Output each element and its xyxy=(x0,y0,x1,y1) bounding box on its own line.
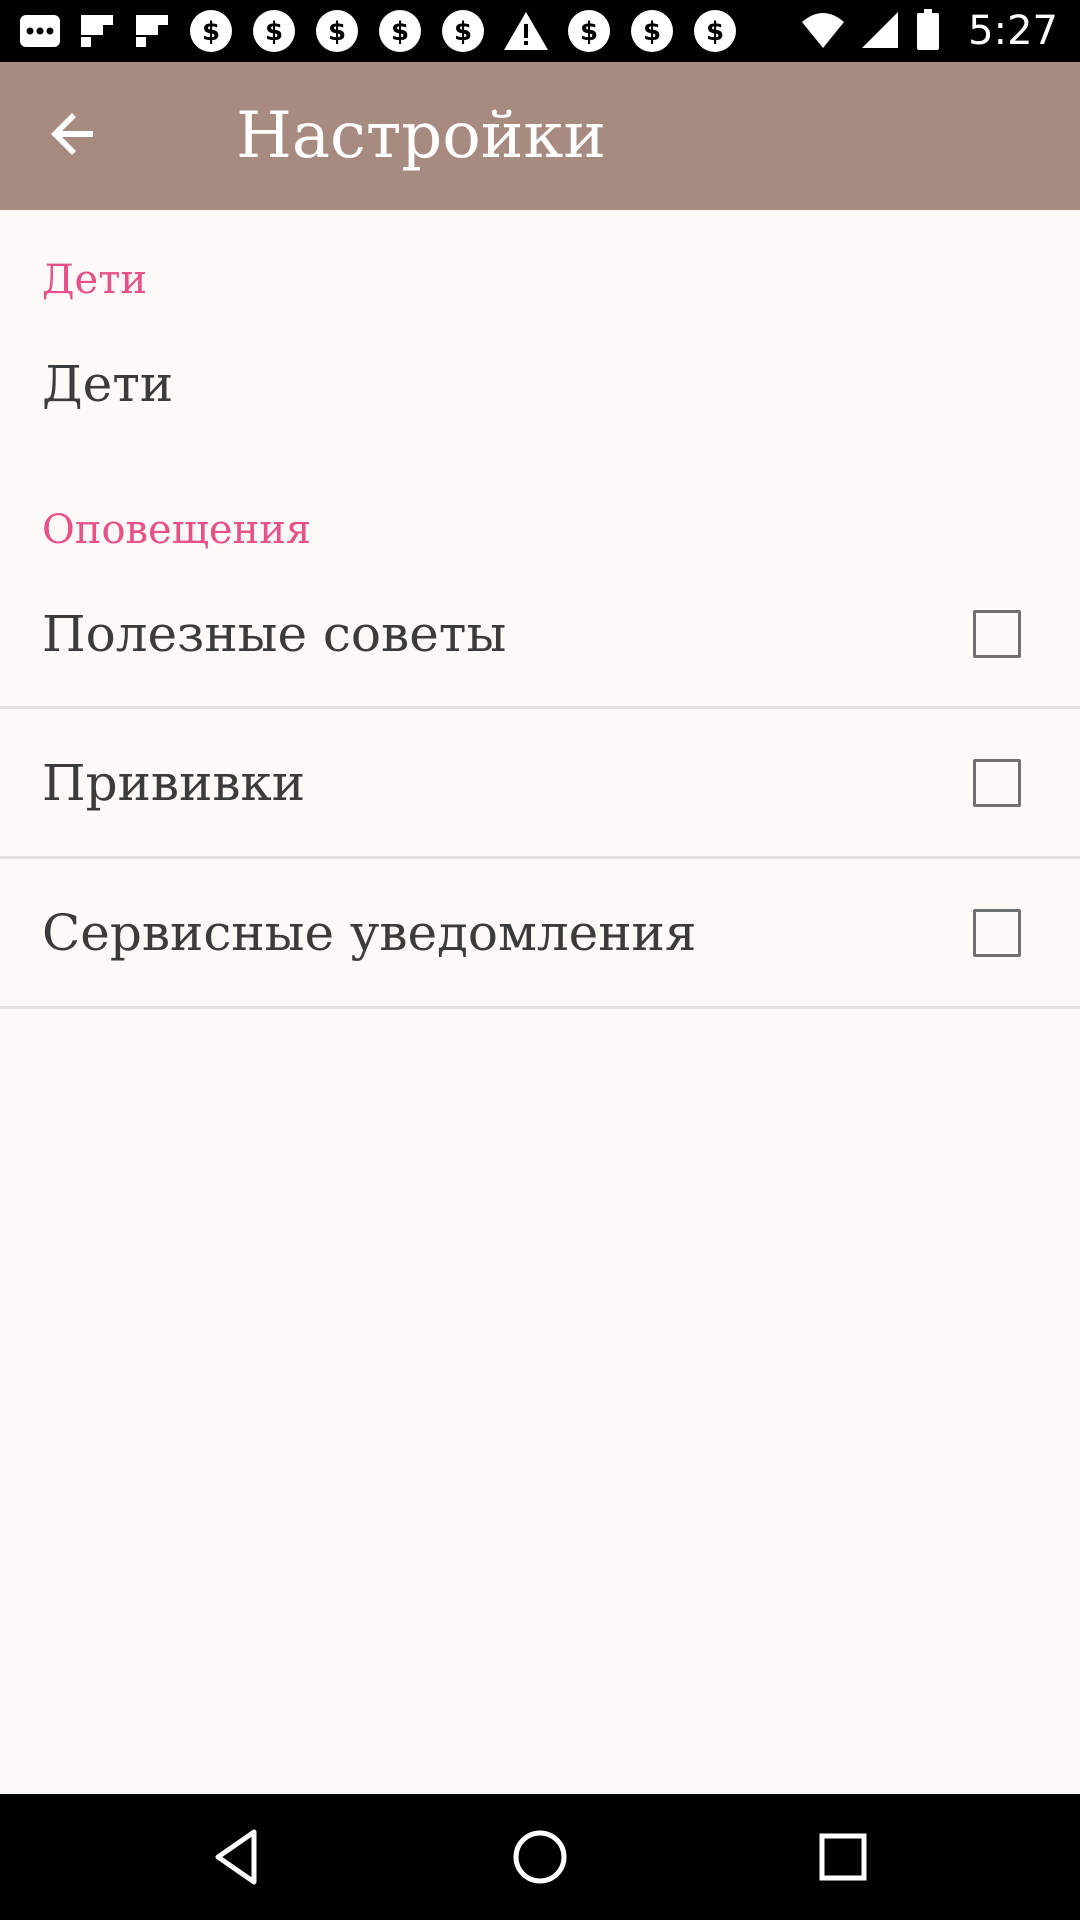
dollar-icon: $ xyxy=(442,10,484,52)
dollar-icon: $ xyxy=(253,10,295,52)
divider xyxy=(0,1006,1080,1009)
dollar-icon: $ xyxy=(568,10,610,52)
pref-useful-tips[interactable]: Полезные советы xyxy=(0,580,1080,706)
back-triangle-icon[interactable] xyxy=(202,1822,272,1892)
arrow-back-icon[interactable] xyxy=(45,106,101,162)
pref-children[interactable]: Дети xyxy=(0,330,1080,448)
warning-icon xyxy=(504,12,548,50)
dollar-icon: $ xyxy=(190,10,232,52)
navigation-bar xyxy=(0,1794,1080,1920)
service-notifications-checkbox[interactable] xyxy=(973,909,1021,957)
svg-text:$: $ xyxy=(580,17,598,47)
battery-icon xyxy=(917,9,939,50)
status-bar: $ $ $ $ $ $ $ $ 5:27 xyxy=(0,0,1080,62)
section-header-children: Дети xyxy=(42,257,147,303)
dollar-icon: $ xyxy=(631,10,673,52)
recents-square-icon[interactable] xyxy=(808,1822,878,1892)
svg-text:$: $ xyxy=(706,17,724,47)
wifi-icon xyxy=(802,13,844,48)
section-header-notifications: Оповещения xyxy=(42,507,312,553)
status-time: 5:27 xyxy=(968,8,1058,54)
dollar-icon: $ xyxy=(694,10,736,52)
signal-icon xyxy=(862,12,898,48)
dollar-icon: $ xyxy=(379,10,421,52)
vaccinations-checkbox[interactable] xyxy=(973,759,1021,807)
more-icon xyxy=(20,15,60,47)
svg-text:$: $ xyxy=(643,17,661,47)
pref-service-notifications-title: Сервисные уведомления xyxy=(42,904,697,962)
dollar-icon: $ xyxy=(316,10,358,52)
pref-service-notifications[interactable]: Сервисные уведомления xyxy=(0,859,1080,1007)
svg-text:$: $ xyxy=(454,17,472,47)
home-circle-icon[interactable] xyxy=(505,1822,575,1892)
svg-text:$: $ xyxy=(202,17,220,47)
useful-tips-checkbox[interactable] xyxy=(973,610,1021,658)
svg-text:$: $ xyxy=(391,17,409,47)
pref-vaccinations-title: Прививки xyxy=(42,754,306,812)
flipboard-icon xyxy=(136,15,168,47)
pref-children-title: Дети xyxy=(42,355,174,413)
pref-vaccinations[interactable]: Прививки xyxy=(0,709,1080,857)
page-title: Настройки xyxy=(236,99,607,173)
pref-useful-tips-title: Полезные советы xyxy=(42,605,507,663)
svg-text:$: $ xyxy=(265,17,283,47)
system-icons xyxy=(800,9,940,51)
flipboard-icon xyxy=(81,15,113,47)
notification-icons: $ $ $ $ $ $ $ $ xyxy=(18,8,754,54)
svg-text:$: $ xyxy=(328,17,346,47)
